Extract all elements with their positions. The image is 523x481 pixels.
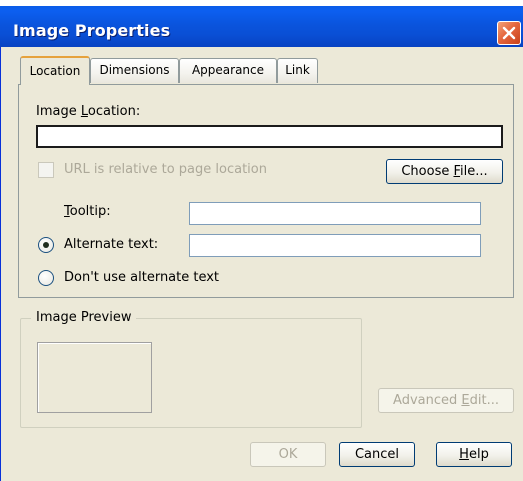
tab-location[interactable]: Location [20, 56, 90, 85]
cancel-label: Cancel [354, 447, 400, 462]
tooltip-input[interactable] [189, 202, 481, 225]
choose-file-button[interactable]: Choose File... [386, 159, 503, 184]
ok-label: OK [278, 447, 298, 462]
image-location-label: Image Location: [36, 104, 141, 119]
relative-url-label: URL is relative to page location [64, 162, 267, 177]
title-bar[interactable]: Image Properties [0, 6, 523, 47]
advanced-edit-label: Advanced Edit... [393, 393, 499, 408]
tab-label: Location [29, 64, 81, 78]
image-location-input[interactable] [36, 125, 503, 148]
tab-appearance[interactable]: Appearance [179, 58, 277, 83]
relative-url-checkbox[interactable] [38, 162, 54, 178]
help-label: Help [459, 447, 489, 462]
tooltip-label: Tooltip: [64, 204, 111, 219]
ok-button[interactable]: OK [250, 442, 326, 467]
close-icon [502, 26, 516, 40]
alt-text-radio[interactable] [38, 237, 54, 253]
choose-file-label: Choose File... [401, 164, 488, 179]
alt-text-label: Alternate text: [64, 237, 159, 252]
tab-dimensions[interactable]: Dimensions [90, 58, 179, 83]
help-button[interactable]: Help [436, 442, 512, 467]
no-alt-text-radio[interactable] [38, 270, 54, 286]
advanced-edit-button[interactable]: Advanced Edit... [378, 388, 514, 413]
tab-label: Link [285, 63, 310, 77]
radio-selected-dot [43, 242, 49, 248]
window-title: Image Properties [13, 21, 171, 40]
alt-text-input[interactable] [189, 234, 481, 257]
tab-label: Dimensions [99, 63, 170, 77]
no-alt-text-label: Don't use alternate text [64, 270, 220, 285]
image-preview-legend: Image Preview [31, 310, 137, 325]
cancel-button[interactable]: Cancel [339, 442, 415, 467]
tab-label: Appearance [191, 63, 265, 77]
image-preview-area [37, 342, 152, 413]
tab-link[interactable]: Link [277, 58, 318, 83]
close-button[interactable] [497, 21, 521, 45]
